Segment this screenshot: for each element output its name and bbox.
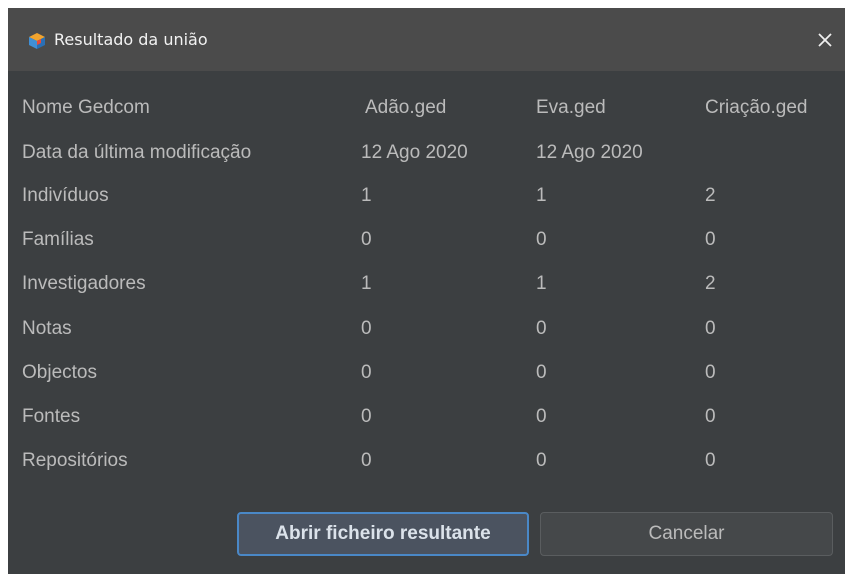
row-value-file-2: 0 [536,450,547,471]
header-result-file: Criação.ged [705,97,808,118]
table-row: Data da última modificação 12 Ago 2020 1… [8,138,845,168]
row-value-file-2: 1 [536,185,547,206]
table-row: Fontes 0 0 0 [8,402,845,432]
row-label: Indivíduos [22,185,109,206]
title-bar: Resultado da união [8,8,845,71]
merge-result-dialog: Resultado da união Nome Gedcom Adão.ged … [8,8,845,574]
row-value-file-2: 1 [536,273,547,294]
row-value-result: 2 [705,273,716,294]
row-value-file-2: 0 [536,362,547,383]
row-value-file-1: 0 [361,318,372,339]
row-value-file-1: 1 [361,185,372,206]
cancel-button[interactable]: Cancelar [540,512,833,556]
row-value-file-2: 0 [536,229,547,250]
table-row: Repositórios 0 0 0 [8,446,845,476]
row-label: Investigadores [22,273,146,294]
header-file-2: Eva.ged [536,97,606,118]
row-value-file-1: 12 Ago 2020 [361,142,468,163]
row-value-result: 2 [705,185,716,206]
app-cube-icon [28,32,46,50]
open-result-file-button[interactable]: Abrir ficheiro resultante [237,512,529,556]
close-icon [818,33,832,47]
window-title: Resultado da união [54,30,208,49]
row-value-file-1: 0 [361,229,372,250]
row-label: Famílias [22,229,94,250]
header-gedcom-name: Nome Gedcom [22,97,150,118]
table-row: Notas 0 0 0 [8,314,845,344]
close-button[interactable] [805,22,845,58]
table-row: Investigadores 1 1 2 [8,269,845,299]
row-label: Objectos [22,362,97,383]
row-value-file-2: 0 [536,406,547,427]
row-value-file-1: 1 [361,273,372,294]
row-label: Data da última modificação [22,142,252,163]
row-value-file-1: 0 [361,406,372,427]
table-row: Indivíduos 1 1 2 [8,181,845,211]
header-file-1: Adão.ged [365,97,447,118]
row-value-file-1: 0 [361,450,372,471]
row-value-file-1: 0 [361,362,372,383]
table-header-row: Nome Gedcom Adão.ged Eva.ged Criação.ged [8,93,845,123]
row-value-result: 0 [705,406,716,427]
row-value-result: 0 [705,229,716,250]
row-value-file-2: 0 [536,318,547,339]
table-row: Famílias 0 0 0 [8,225,845,255]
row-label: Fontes [22,406,81,427]
row-value-result: 0 [705,318,716,339]
row-value-result: 0 [705,362,716,383]
row-value-result: 0 [705,450,716,471]
row-value-file-2: 12 Ago 2020 [536,142,643,163]
row-label: Notas [22,318,72,339]
row-label: Repositórios [22,450,128,471]
table-row: Objectos 0 0 0 [8,358,845,388]
